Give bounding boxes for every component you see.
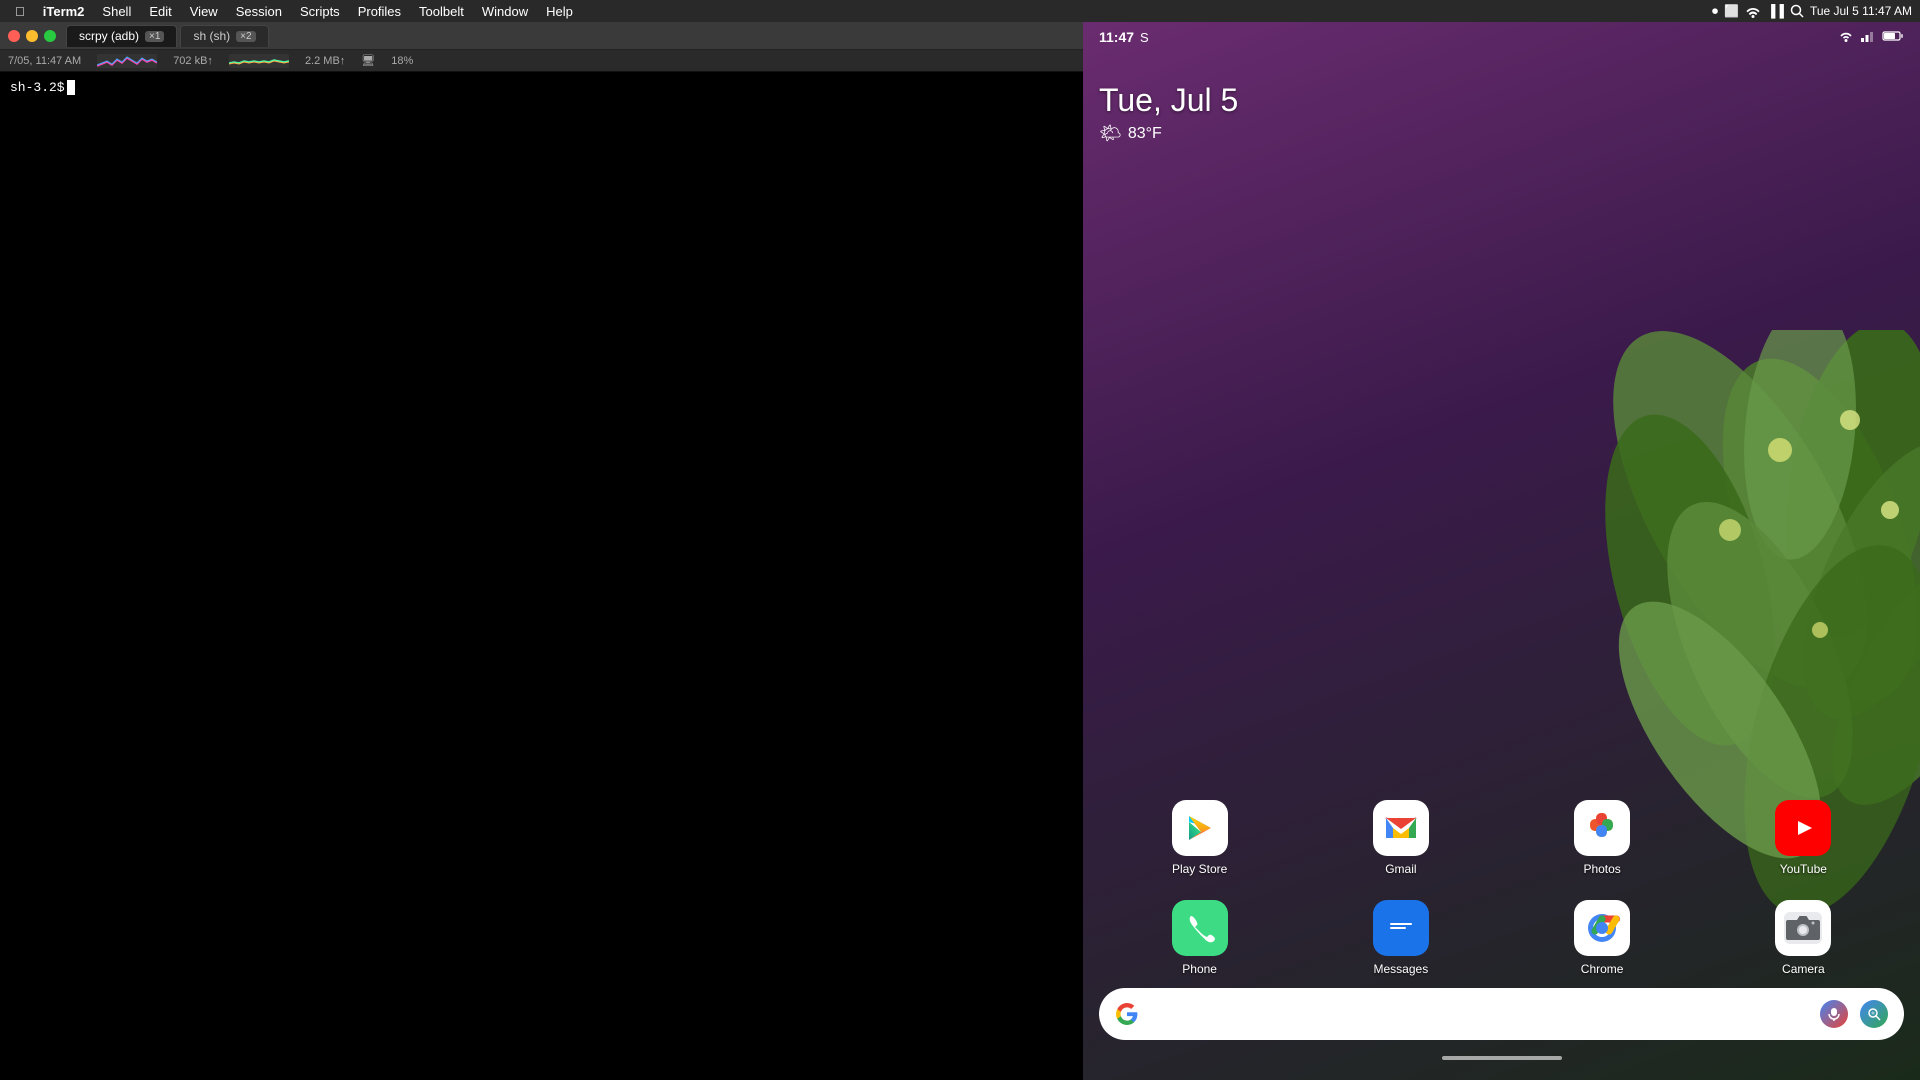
menu-scripts[interactable]: Scripts <box>293 0 347 22</box>
app-phone[interactable]: Phone <box>1165 900 1235 976</box>
android-home-indicator[interactable] <box>1442 1056 1562 1060</box>
status-cpu-icon: 🖥 <box>361 54 375 67</box>
menu-shell[interactable]: Shell <box>95 0 138 22</box>
weather-temp: 83°F <box>1128 125 1162 143</box>
android-wifi-icon <box>1838 30 1854 45</box>
chrome-label: Chrome <box>1581 962 1624 976</box>
tab-sh-badge: ×2 <box>236 31 255 42</box>
android-panel: 11:47 S <box>1083 22 1920 1080</box>
app-messages[interactable]: Messages <box>1366 900 1436 976</box>
mac-menubar:  iTerm2 Shell Edit View Session Scripts… <box>0 0 1920 22</box>
phone-label: Phone <box>1182 962 1217 976</box>
status-cpu: 18% <box>391 55 413 67</box>
prompt-text: sh-3.2$ <box>10 80 65 95</box>
menu-session[interactable]: Session <box>229 0 289 22</box>
android-time: 11:47 <box>1099 29 1134 45</box>
android-signal-s: S <box>1140 30 1149 45</box>
messages-icon <box>1373 900 1429 956</box>
menubar-record-icon: ⏺ <box>1712 4 1718 19</box>
terminal-cursor <box>67 80 75 95</box>
camera-icon <box>1775 900 1831 956</box>
app-youtube[interactable]: YouTube <box>1768 800 1838 876</box>
terminal-area[interactable]: sh-3.2$ <box>0 72 1083 1080</box>
camera-label: Camera <box>1782 962 1825 976</box>
main-content: scrpy (adb) ×1 sh (sh) ×2 7/05, 11:47 AM <box>0 22 1920 1080</box>
chrome-icon <box>1574 900 1630 956</box>
menubar-brightness-icon: ⬜ <box>1724 4 1739 18</box>
minimize-button[interactable] <box>26 30 38 42</box>
photos-label: Photos <box>1583 862 1620 876</box>
menu-profiles[interactable]: Profiles <box>351 0 408 22</box>
zoom-button[interactable] <box>44 30 56 42</box>
iterm-tabs: scrpy (adb) ×1 sh (sh) ×2 <box>66 25 1075 47</box>
app-chrome[interactable]: Chrome <box>1567 900 1637 976</box>
apple-menu[interactable]:  <box>8 0 32 22</box>
menubar-right: ⏺ ⬜ ▐▐ Tue Jul 5 11:47 AM <box>1712 4 1912 19</box>
menubar-left:  iTerm2 Shell Edit View Session Scripts… <box>8 0 580 22</box>
iterm-window: scrpy (adb) ×1 sh (sh) ×2 7/05, 11:47 AM <box>0 22 1083 1080</box>
menubar-battery-icon: ▐▐ <box>1767 4 1784 18</box>
tab-scrpy-badge: ×1 <box>145 31 164 42</box>
tab-scrpy-label: scrpy (adb) <box>79 29 139 43</box>
android-dock-area <box>1083 988 1920 1080</box>
status-graph-net <box>97 54 157 68</box>
menubar-search-icon[interactable] <box>1790 4 1804 18</box>
status-datetime: 7/05, 11:47 AM <box>8 55 81 67</box>
google-logo <box>1115 1002 1139 1026</box>
android-home: Tue, Jul 5 🌤 83°F <box>1083 52 1920 988</box>
iterm-titlebar: scrpy (adb) ×1 sh (sh) ×2 <box>0 22 1083 50</box>
messages-label: Messages <box>1374 962 1429 976</box>
photos-icon <box>1574 800 1630 856</box>
playstore-icon <box>1172 800 1228 856</box>
android-status-icons <box>1838 30 1904 45</box>
tab-sh[interactable]: sh (sh) ×2 <box>180 25 268 47</box>
android-battery-icon <box>1882 30 1904 45</box>
close-button[interactable] <box>8 30 20 42</box>
app-photos[interactable]: Photos <box>1567 800 1637 876</box>
tab-sh-label: sh (sh) <box>193 29 230 43</box>
menu-view[interactable]: View <box>183 0 225 22</box>
android-searchbar[interactable] <box>1099 988 1904 1040</box>
terminal-prompt: sh-3.2$ <box>10 80 1073 95</box>
status-net: 702 kB↑ <box>173 55 213 67</box>
app-camera[interactable]: Camera <box>1768 900 1838 976</box>
traffic-lights <box>8 30 56 42</box>
menu-toolbelt[interactable]: Toolbelt <box>412 0 471 22</box>
gmail-label: Gmail <box>1385 862 1416 876</box>
status-datetime-text: 7/05, 11:47 AM <box>8 55 81 67</box>
menu-window[interactable]: Window <box>475 0 535 22</box>
app-playstore[interactable]: Play Store <box>1165 800 1235 876</box>
menu-help[interactable]: Help <box>539 0 580 22</box>
menu-edit[interactable]: Edit <box>142 0 178 22</box>
phone-icon <box>1172 900 1228 956</box>
status-net-text: 702 kB↑ <box>173 55 213 67</box>
menubar-wifi-icon <box>1745 4 1761 18</box>
android-weather: 🌤 83°F <box>1099 123 1904 144</box>
android-app-row-2: Phone Messages <box>1099 888 1904 988</box>
android-spacer <box>1099 154 1904 788</box>
youtube-icon <box>1775 800 1831 856</box>
status-mem-text: 2.2 MB↑ <box>305 55 345 67</box>
youtube-label: YouTube <box>1780 862 1827 876</box>
android-app-row-1: Play Store <box>1099 788 1904 888</box>
searchbar-lens-button[interactable] <box>1860 1000 1888 1028</box>
android-signal-bars <box>1860 30 1876 45</box>
app-gmail[interactable]: Gmail <box>1366 800 1436 876</box>
menubar-datetime: Tue Jul 5 11:47 AM <box>1810 4 1912 18</box>
app-name[interactable]: iTerm2 <box>36 0 92 22</box>
status-graph-mem <box>229 54 289 68</box>
android-statusbar: 11:47 S <box>1083 22 1920 52</box>
android-date: Tue, Jul 5 <box>1099 82 1904 119</box>
playstore-label: Play Store <box>1172 862 1227 876</box>
status-cpu-text: 18% <box>391 55 413 67</box>
iterm-statusbar: 7/05, 11:47 AM 702 kB↑ 2.2 MB↑ 🖥 <box>0 50 1083 72</box>
gmail-icon <box>1373 800 1429 856</box>
android-widget: Tue, Jul 5 🌤 83°F <box>1099 72 1904 154</box>
tab-scrpy[interactable]: scrpy (adb) ×1 <box>66 25 177 47</box>
status-mem: 2.2 MB↑ <box>305 55 345 67</box>
weather-icon: 🌤 <box>1099 123 1122 144</box>
searchbar-mic-button[interactable] <box>1820 1000 1848 1028</box>
